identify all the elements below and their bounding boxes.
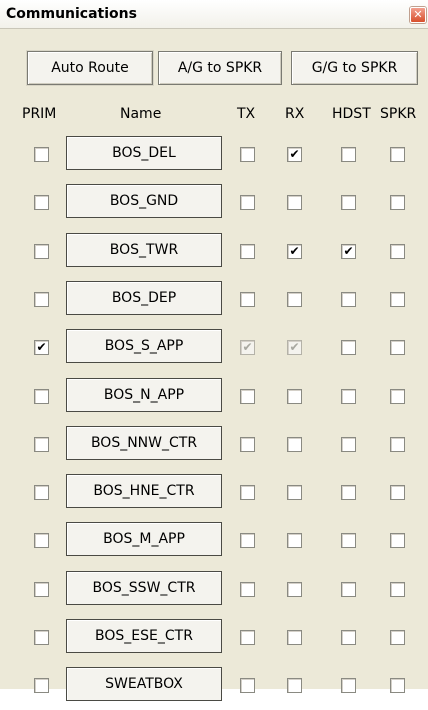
- channel-name-button[interactable]: BOS_S_APP: [66, 329, 222, 363]
- tx-checkbox[interactable]: [240, 147, 255, 162]
- close-icon[interactable]: ✕: [410, 7, 426, 23]
- spkr-checkbox[interactable]: [390, 292, 405, 307]
- tx-checkbox[interactable]: [240, 533, 255, 548]
- spkr-checkbox[interactable]: [390, 389, 405, 404]
- prim-checkbox[interactable]: [34, 292, 49, 307]
- column-header-spkr: SPKR: [380, 106, 417, 122]
- hdst-checkbox[interactable]: ✔: [341, 244, 356, 259]
- column-header-tx: TX: [237, 106, 256, 122]
- tx-checkbox[interactable]: [240, 437, 255, 452]
- rx-checkbox[interactable]: [287, 533, 302, 548]
- channel-name-button[interactable]: BOS_GND: [66, 184, 222, 218]
- channel-name-button[interactable]: BOS_M_APP: [66, 522, 222, 556]
- rx-checkbox[interactable]: [287, 485, 302, 500]
- prim-checkbox[interactable]: [34, 485, 49, 500]
- spkr-checkbox[interactable]: [390, 630, 405, 645]
- tx-checkbox: ✔: [240, 340, 255, 355]
- ag-to-spkr-button[interactable]: A/G to SPKR: [158, 51, 282, 85]
- prim-checkbox[interactable]: [34, 389, 49, 404]
- hdst-checkbox[interactable]: [341, 147, 356, 162]
- channel-row: ✔ BOS_S_APP ✔ ✔: [0, 328, 428, 372]
- hdst-checkbox[interactable]: [341, 485, 356, 500]
- spkr-checkbox[interactable]: [390, 678, 405, 693]
- channel-row: BOS_N_APP: [0, 377, 428, 421]
- rx-checkbox[interactable]: [287, 630, 302, 645]
- prim-checkbox[interactable]: [34, 437, 49, 452]
- channel-name-button[interactable]: BOS_N_APP: [66, 378, 222, 412]
- channel-name-button[interactable]: BOS_SSW_CTR: [66, 571, 222, 605]
- prim-checkbox[interactable]: [34, 244, 49, 259]
- rx-checkbox[interactable]: [287, 292, 302, 307]
- rx-checkbox[interactable]: [287, 582, 302, 597]
- channel-name-button[interactable]: BOS_TWR: [66, 233, 222, 267]
- hdst-checkbox[interactable]: [341, 437, 356, 452]
- channel-row: SWEATBOX: [0, 666, 428, 710]
- hdst-checkbox[interactable]: [341, 389, 356, 404]
- spkr-checkbox[interactable]: [390, 485, 405, 500]
- channel-row: BOS_DEL ✔: [0, 135, 428, 179]
- rx-checkbox: ✔: [287, 340, 302, 355]
- hdst-checkbox[interactable]: [341, 340, 356, 355]
- hdst-checkbox[interactable]: [341, 292, 356, 307]
- prim-checkbox[interactable]: [34, 582, 49, 597]
- tx-checkbox[interactable]: [240, 678, 255, 693]
- hdst-checkbox[interactable]: [341, 582, 356, 597]
- tx-checkbox[interactable]: [240, 244, 255, 259]
- channel-row: BOS_M_APP: [0, 521, 428, 565]
- column-header-prim: PRIM: [22, 106, 57, 122]
- hdst-checkbox[interactable]: [341, 678, 356, 693]
- spkr-checkbox[interactable]: [390, 244, 405, 259]
- tx-checkbox[interactable]: [240, 292, 255, 307]
- column-header-rx: RX: [285, 106, 305, 122]
- hdst-checkbox[interactable]: [341, 195, 356, 210]
- prim-checkbox[interactable]: [34, 195, 49, 210]
- spkr-checkbox[interactable]: [390, 533, 405, 548]
- rx-checkbox[interactable]: [287, 195, 302, 210]
- rx-checkbox[interactable]: [287, 678, 302, 693]
- channel-row: BOS_ESE_CTR: [0, 618, 428, 662]
- title-bar: Communications ✕: [0, 0, 428, 29]
- channel-row: BOS_SSW_CTR: [0, 570, 428, 614]
- column-header-hdst: HDST: [332, 106, 371, 122]
- gg-to-spkr-button[interactable]: G/G to SPKR: [291, 51, 418, 85]
- channel-row: BOS_DEP: [0, 280, 428, 324]
- tx-checkbox[interactable]: [240, 630, 255, 645]
- spkr-checkbox[interactable]: [390, 582, 405, 597]
- tx-checkbox[interactable]: [240, 582, 255, 597]
- prim-checkbox[interactable]: [34, 678, 49, 693]
- tx-checkbox[interactable]: [240, 195, 255, 210]
- channel-row: BOS_HNE_CTR: [0, 473, 428, 517]
- prim-checkbox[interactable]: [34, 630, 49, 645]
- rx-checkbox[interactable]: ✔: [287, 244, 302, 259]
- window-title: Communications: [6, 6, 137, 22]
- rx-checkbox[interactable]: [287, 389, 302, 404]
- auto-route-button[interactable]: Auto Route: [27, 51, 153, 85]
- channel-row: BOS_GND: [0, 183, 428, 227]
- spkr-checkbox[interactable]: [390, 195, 405, 210]
- channel-name-button[interactable]: BOS_DEL: [66, 136, 222, 170]
- prim-checkbox[interactable]: [34, 533, 49, 548]
- spkr-checkbox[interactable]: [390, 340, 405, 355]
- prim-checkbox[interactable]: [34, 147, 49, 162]
- column-header-name: Name: [120, 106, 162, 122]
- rx-checkbox[interactable]: ✔: [287, 147, 302, 162]
- rx-checkbox[interactable]: [287, 437, 302, 452]
- communications-window: Communications ✕ Auto Route A/G to SPKR …: [0, 0, 428, 701]
- hdst-checkbox[interactable]: [341, 533, 356, 548]
- tx-checkbox[interactable]: [240, 389, 255, 404]
- tx-checkbox[interactable]: [240, 485, 255, 500]
- channel-name-button[interactable]: BOS_NNW_CTR: [66, 426, 222, 460]
- prim-checkbox[interactable]: ✔: [34, 340, 49, 355]
- channel-row: BOS_NNW_CTR: [0, 425, 428, 469]
- spkr-checkbox[interactable]: [390, 437, 405, 452]
- channel-name-button[interactable]: BOS_HNE_CTR: [66, 474, 222, 508]
- channel-name-button[interactable]: BOS_DEP: [66, 281, 222, 315]
- channel-name-button[interactable]: BOS_ESE_CTR: [66, 619, 222, 653]
- channel-name-button[interactable]: SWEATBOX: [66, 667, 222, 701]
- channel-row: BOS_TWR ✔ ✔: [0, 232, 428, 276]
- spkr-checkbox[interactable]: [390, 147, 405, 162]
- hdst-checkbox[interactable]: [341, 630, 356, 645]
